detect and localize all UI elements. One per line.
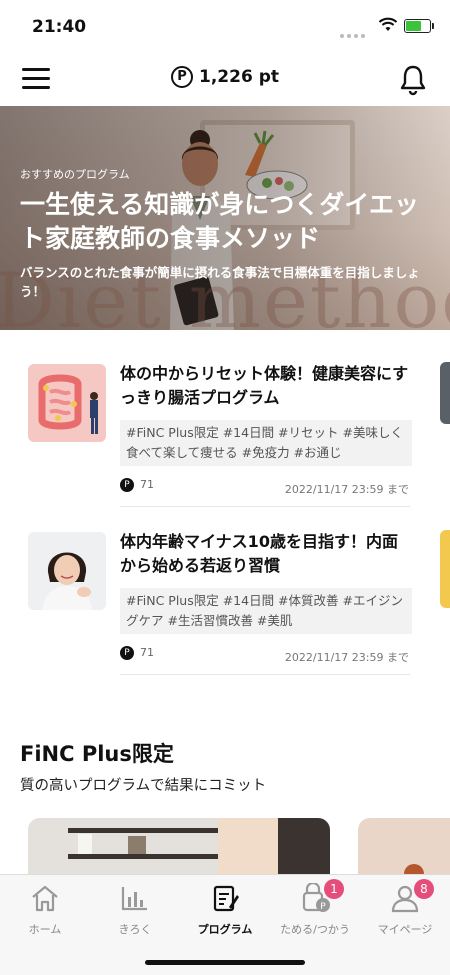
notification-badge: 8 [414,879,434,899]
next-card-peek[interactable] [440,362,450,424]
notification-badge: 1 [324,879,344,899]
program-title: 体の中からリセット体験！健康美容にすっきり腸活プログラム [120,364,409,407]
program-icon [213,885,239,912]
premium-program-tile[interactable] [358,818,450,880]
anti-aging-thumbnail [28,532,106,610]
featured-program-banner[interactable]: Diet method おすすめのプログラム 一生使える知識が身につくダイエット… [0,106,450,330]
home-icon [32,885,58,912]
tab-label: プログラム [197,923,253,936]
premium-program-tile[interactable] [28,818,330,880]
program-points: P 71 [120,478,154,492]
next-card-peek[interactable] [440,530,450,608]
notification-bell-icon[interactable] [398,64,428,96]
point-coin-icon: P [171,66,193,88]
banner-title: 一生使える知識が身につくダイエット家庭教師の食事メソッド [20,190,420,253]
point-coin-icon: P [120,646,134,660]
divider [120,674,410,675]
program-deadline: 2022/11/17 23:59 まで [284,651,409,664]
wifi-icon [378,17,398,31]
banner-kicker: おすすめのプログラム [20,168,130,181]
points-value: 1,226 pt [199,67,279,87]
app-header: P 1,226 pt [0,54,450,106]
tab-label: ホーム [28,923,62,936]
tab-label: きろく [118,923,152,936]
program-title: 体内年齢マイナス10歳を目指す！内面から始める若返り習慣 [120,532,398,575]
bottom-tab-bar: ホーム きろく プログラム P 1 ためる/つかう 8 マイページ [0,874,450,975]
tab-home[interactable]: ホーム [0,883,90,937]
section-subtitle: 質の高いプログラムで結果にコミット [20,778,267,794]
signal-icon [340,23,368,42]
chart-icon [121,887,147,911]
gut-health-thumbnail [28,364,106,442]
tab-program[interactable]: プログラム [180,883,270,937]
status-bar: 21:40 [0,0,450,54]
tab-label: マイページ [377,923,433,936]
status-time: 21:40 [32,17,87,37]
program-tags: #FiNC Plus限定 #14日間 #体質改善 #エイジングケア #生活習慣改… [120,588,412,634]
program-points: P 71 [120,646,154,660]
program-tags: #FiNC Plus限定 #14日間 #リセット #美味しく食べて楽して痩せる … [120,420,412,466]
section-title: FiNC Plus限定 [20,742,174,766]
tab-points[interactable]: P 1 ためる/つかう [270,879,360,937]
home-indicator[interactable] [145,960,305,965]
divider [120,506,410,507]
battery-icon [404,19,434,33]
svg-text:P: P [320,902,326,912]
tab-label: ためる/つかう [280,923,350,936]
tab-mypage[interactable]: 8 マイページ [360,879,450,937]
points-display[interactable]: P 1,226 pt [0,66,450,88]
program-deadline: 2022/11/17 23:59 まで [284,483,409,496]
point-coin-icon: P [120,478,134,492]
tab-record[interactable]: きろく [90,883,180,937]
banner-description: バランスのとれた食事が簡単に摂れる食事法で目標体重を目指しましょう！ [20,265,420,299]
